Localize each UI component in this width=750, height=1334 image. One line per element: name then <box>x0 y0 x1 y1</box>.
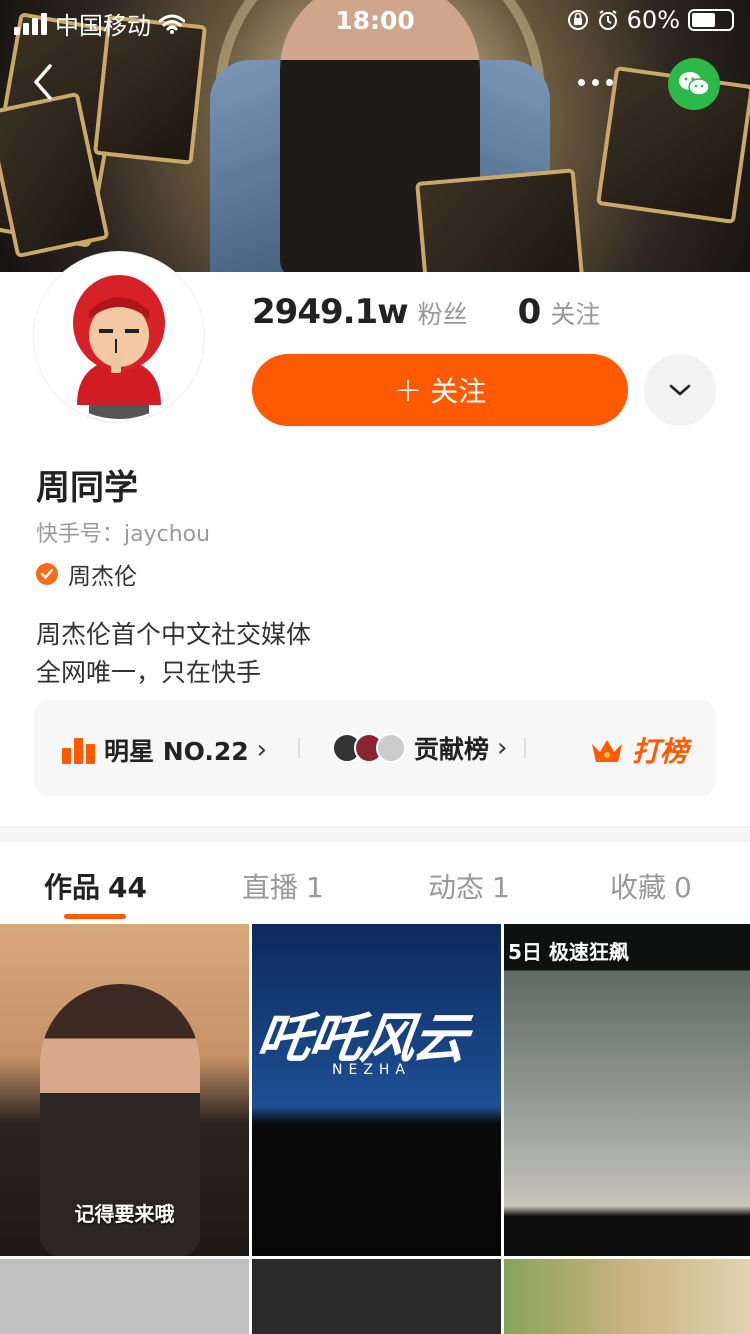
more-dot-icon <box>606 78 613 86</box>
star-rank-link[interactable]: 明星 NO.22 › <box>62 732 267 768</box>
status-bar: 中国移动 18:00 60% <box>0 0 750 40</box>
back-button[interactable] <box>28 62 58 102</box>
contributor-avatars <box>332 733 406 763</box>
tab-label: 动态 <box>428 871 485 904</box>
alarm-icon <box>598 10 617 30</box>
fans-label[interactable]: 粉丝 <box>418 295 468 331</box>
tab-count: 1 <box>306 871 324 904</box>
video-thumbnail[interactable] <box>504 1259 750 1334</box>
chevron-right-icon: › <box>256 735 268 765</box>
verified-name: 周杰伦 <box>68 564 137 590</box>
profile-tabs: 作品 44 直播 1 动态 1 收藏 0 <box>0 858 750 922</box>
video-thumbnail[interactable]: 吒吒风云 NEZHA <box>252 924 501 1256</box>
tab-count: 44 <box>108 871 147 904</box>
following-count[interactable]: 0 <box>518 292 542 332</box>
divider <box>524 738 526 758</box>
tab-label: 直播 <box>242 871 299 904</box>
profile-bio: 周杰伦首个中文社交媒体 全网唯一，只在快手 <box>36 616 311 692</box>
kuaishou-id: 快手号：jaychou <box>36 522 211 547</box>
chevron-left-icon <box>34 64 52 100</box>
battery-icon <box>688 9 734 31</box>
battery-percent: 60% <box>626 6 680 34</box>
divider <box>298 738 300 758</box>
video-thumbnail[interactable]: 5日 极速狂飙 <box>504 924 750 1256</box>
cheer-label: 打榜 <box>632 735 689 768</box>
chevron-right-icon: › <box>497 733 508 763</box>
more-button[interactable] <box>578 70 620 94</box>
thumbnail-caption: 记得要来哦 <box>74 1202 175 1226</box>
verified-tag: 周杰伦 <box>36 557 137 591</box>
avatar[interactable] <box>34 252 204 422</box>
more-dot-icon <box>578 78 585 86</box>
thumbnail-subtitle: NEZHA <box>332 1062 412 1078</box>
wechat-share-button[interactable] <box>668 58 720 110</box>
verified-check-icon <box>36 563 58 585</box>
chevron-down-icon <box>669 384 691 396</box>
plus-icon: + <box>393 370 423 410</box>
tab-label: 收藏 <box>610 871 667 904</box>
video-thumbnail[interactable] <box>0 1259 249 1334</box>
rank-card: 明星 NO.22 › 贡献榜 › 打榜 <box>34 700 716 796</box>
cheer-button[interactable]: 打榜 <box>590 730 688 770</box>
avatar-cartoon-image <box>37 255 201 419</box>
tab-label: 作品 <box>44 871 101 904</box>
fans-count[interactable]: 2949.1w <box>252 292 409 332</box>
tab-moments[interactable]: 动态 1 <box>428 866 510 906</box>
follow-button[interactable]: + 关注 <box>252 354 628 426</box>
follow-button-label: 关注 <box>430 375 487 408</box>
bar-chart-icon <box>62 738 95 764</box>
tab-count: 0 <box>674 871 692 904</box>
profile-stats: 2949.1w 粉丝 0 关注 <box>252 292 600 332</box>
bio-line: 周杰伦首个中文社交媒体 <box>36 620 312 649</box>
tab-live[interactable]: 直播 1 <box>242 866 324 906</box>
profile-name: 周同学 <box>36 468 138 508</box>
tab-works[interactable]: 作品 44 <box>44 866 147 906</box>
recommend-dropdown-button[interactable] <box>644 354 716 426</box>
video-thumbnail[interactable]: 记得要来哦 <box>0 924 249 1256</box>
video-thumbnail[interactable] <box>252 1259 501 1334</box>
thumbnail-title: 5日 极速狂飙 <box>508 940 629 964</box>
contribution-rank-link[interactable]: 贡献榜 › <box>332 730 507 766</box>
wechat-icon <box>679 72 710 96</box>
crown-icon <box>592 740 622 762</box>
tab-favorites[interactable]: 收藏 0 <box>610 866 692 906</box>
contribution-label: 贡献榜 <box>414 735 490 764</box>
banner-card <box>415 168 585 272</box>
orientation-lock-icon <box>567 10 588 30</box>
tab-count: 1 <box>492 871 510 904</box>
following-label[interactable]: 关注 <box>550 295 600 331</box>
contributor-avatar <box>376 733 406 763</box>
active-tab-indicator <box>64 914 126 919</box>
more-dot-icon <box>592 78 599 86</box>
works-grid: 记得要来哦 吒吒风云 NEZHA 5日 极速狂飙 <box>0 924 750 1334</box>
star-rank-label: 明星 NO.22 <box>104 737 249 766</box>
section-divider <box>0 826 750 842</box>
bio-line: 全网唯一，只在快手 <box>36 658 262 687</box>
